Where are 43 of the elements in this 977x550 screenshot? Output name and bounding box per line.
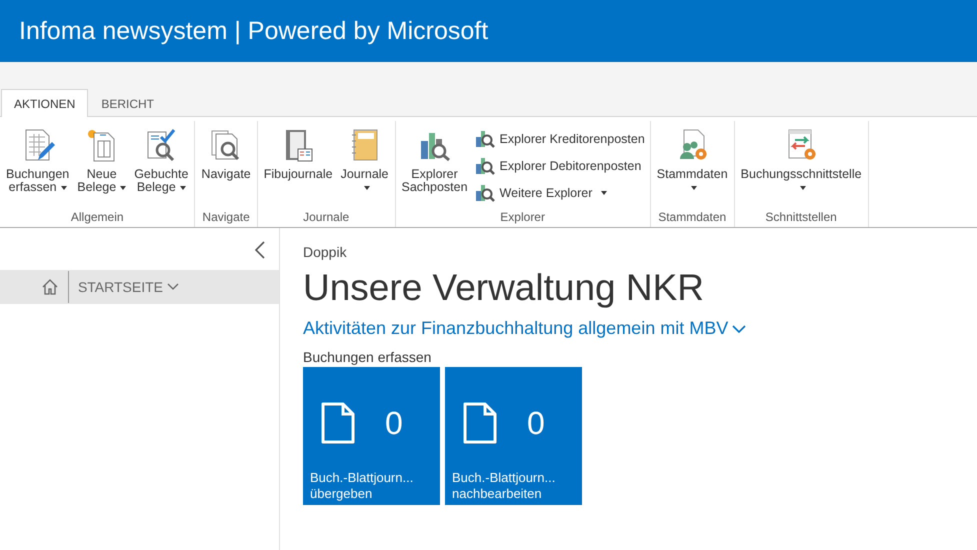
ribbon-button[interactable]: Neue Belege bbox=[74, 125, 130, 196]
ribbon-tab[interactable]: BERICHT bbox=[88, 89, 168, 117]
group-label: Journale bbox=[303, 210, 350, 226]
group-label: Schnittstellen bbox=[765, 210, 837, 226]
chevron-down-icon bbox=[732, 324, 746, 334]
ribbon-button[interactable]: Fibujournale bbox=[260, 125, 336, 183]
home-icon[interactable] bbox=[40, 278, 59, 296]
tile-label: nachbearbeiten bbox=[452, 486, 542, 502]
document-icon bbox=[321, 402, 355, 444]
ribbon-button[interactable]: Gebuchte Belege bbox=[131, 125, 192, 196]
group-label: Explorer bbox=[500, 210, 545, 226]
ribbon-button[interactable]: Stammdaten bbox=[654, 125, 731, 196]
startseite-link[interactable]: STARTSEITE bbox=[78, 279, 179, 295]
ribbon-button[interactable]: Buchungsschnittstelle bbox=[738, 125, 865, 196]
site-title: Infoma newsystem | Powered by Microsoft bbox=[19, 16, 488, 46]
ribbon-button[interactable]: Buchungen erfassen bbox=[3, 125, 72, 196]
ribbon-button[interactable]: Explorer Debitorenposten bbox=[472, 156, 647, 176]
tile-count: 0 bbox=[527, 404, 545, 442]
group-label: Allgemein bbox=[70, 210, 124, 226]
chart-search-icon bbox=[474, 129, 495, 149]
section-link[interactable]: Aktivitäten zur Finanzbuchhaltung allgemein mit MBV bbox=[303, 318, 746, 339]
chart-search-icon bbox=[474, 156, 495, 176]
group-label: Navigate bbox=[202, 210, 250, 226]
ribbon-button[interactable]: Navigate bbox=[198, 125, 254, 183]
ribbon-button[interactable]: Weitere Explorer bbox=[472, 183, 647, 203]
group-label: Stammdaten bbox=[658, 210, 726, 226]
section-heading: Buchungen erfassen bbox=[303, 349, 432, 365]
ribbon-button[interactable]: Explorer Sachposten bbox=[398, 125, 471, 196]
tile-label: übergeben bbox=[310, 486, 372, 502]
ribbon-button[interactable]: Journale bbox=[338, 125, 392, 196]
page-title: Unsere Verwaltung NKR bbox=[303, 267, 704, 309]
tile-label: Buch.-Blattjourn... bbox=[310, 470, 414, 486]
tile-label: Buch.-Blattjourn... bbox=[452, 470, 556, 486]
cue-tile[interactable]: 0 Buch.-Blattjourn... übergeben bbox=[303, 367, 440, 505]
document-icon bbox=[463, 402, 497, 444]
breadcrumb: Doppik bbox=[303, 244, 347, 260]
chart-search-icon bbox=[474, 183, 495, 203]
collapse-icon[interactable] bbox=[254, 240, 266, 260]
ribbon-button[interactable]: Explorer Kreditorenposten bbox=[472, 129, 647, 149]
chevron-down-icon bbox=[167, 283, 179, 291]
ribbon-tab[interactable]: AKTIONEN bbox=[1, 89, 88, 117]
cue-tile[interactable]: 0 Buch.-Blattjourn... nachbearbeiten bbox=[445, 367, 582, 505]
tile-count: 0 bbox=[385, 404, 403, 442]
